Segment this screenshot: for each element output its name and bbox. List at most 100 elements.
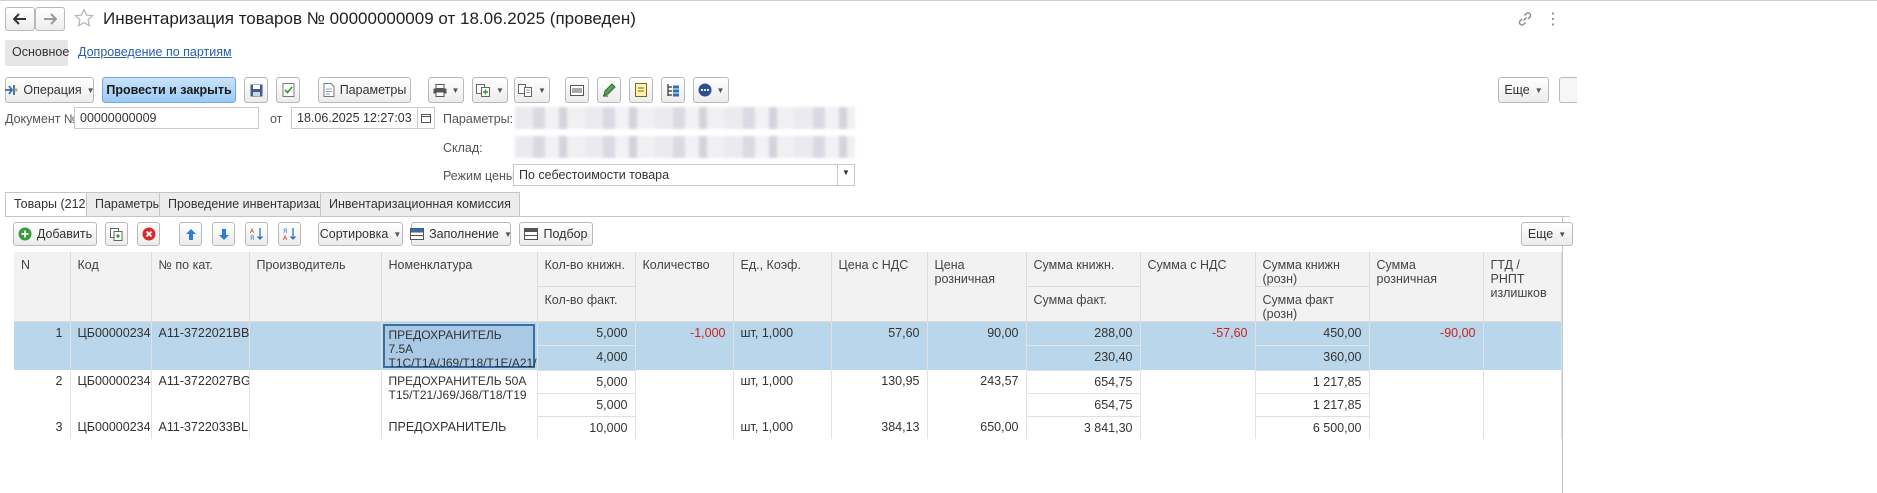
dropdown-arrow-icon: ▼ [86, 85, 95, 95]
cell-sum-vat [1140, 416, 1256, 439]
table-more-button[interactable]: Еще ▼ [1521, 222, 1573, 246]
move-up-button[interactable] [179, 222, 202, 246]
col-sum-vat[interactable]: Сумма с НДС [1140, 252, 1256, 322]
col-maker[interactable]: Производитель [249, 252, 382, 322]
edit-button[interactable] [597, 77, 621, 103]
related-documents-button[interactable]: ▼ [514, 77, 550, 103]
tab-commission[interactable]: Инвентаризационная комиссия [320, 192, 520, 216]
pick-button[interactable]: Подбор [519, 222, 593, 246]
col-qty-fact[interactable]: Кол-во факт. [537, 286, 636, 322]
forward-button[interactable] [35, 7, 65, 31]
cell-catalog: А11-3722027BG [151, 370, 250, 416]
svg-text:Я: Я [250, 235, 254, 241]
doc-number-label: Документ №: [5, 112, 81, 126]
pencil-icon [601, 82, 617, 98]
col-sum-fact-retail[interactable]: Сумма факт (розн) [1255, 286, 1370, 322]
price-mode-dropdown-icon[interactable]: ▼ [837, 164, 855, 186]
price-mode-select[interactable]: По себестоимости товара [513, 164, 838, 186]
sort-asc-button[interactable]: АЯ [245, 222, 268, 246]
col-gtd[interactable]: ГТД / РНПТ излишков [1483, 252, 1562, 322]
svg-text:А: А [283, 235, 288, 241]
nomenclature-focused-cell[interactable]: ПРЕДОХРАНИТЕЛЬ 7.5А T1C/T1A/J69/T18/T1E/… [382, 324, 536, 370]
calendar-button[interactable] [417, 107, 435, 129]
warehouse-value-redacted[interactable] [515, 136, 855, 158]
params-value-redacted[interactable] [515, 107, 855, 129]
cut-off-button[interactable] [1559, 77, 1577, 103]
more-actions-button[interactable]: ▼ [693, 77, 729, 103]
col-sum-retail[interactable]: Сумма розничная [1369, 252, 1484, 322]
parameters-button[interactable]: Параметры [318, 77, 411, 103]
col-sum-book[interactable]: Сумма книжн. [1026, 252, 1141, 287]
back-button[interactable] [5, 7, 35, 31]
table-more-label: Еще [1527, 227, 1554, 241]
col-unit[interactable]: Ед., Коэф. [733, 252, 832, 322]
col-price-vat[interactable]: Цена с НДС [831, 252, 928, 322]
date-from-label: от [270, 112, 283, 126]
col-sum-book-retail[interactable]: Сумма книжн (розн) [1255, 252, 1370, 287]
more-menu-label: Еще [1504, 83, 1530, 97]
goods-table: N Код № по кат. Производитель Номенклату… [14, 252, 1562, 439]
more-menu-button[interactable]: Еще ▼ [1498, 77, 1549, 103]
cell-price-vat: 130,95 [831, 370, 928, 416]
tab-goods[interactable]: Товары (212) [5, 192, 99, 217]
link-icon[interactable] [1517, 11, 1533, 30]
barcode-button[interactable] [565, 77, 589, 103]
cell-price-vat: 57,60 [831, 321, 928, 370]
create-based-icon [476, 82, 491, 98]
cell-qty [635, 370, 734, 416]
post-document-icon [280, 82, 296, 98]
add-button[interactable]: Добавить [13, 222, 97, 246]
delete-row-button[interactable] [137, 222, 160, 246]
cell-sum-retail: -90,00 [1369, 321, 1484, 370]
report-icon [633, 82, 649, 98]
arrow-down-icon [216, 226, 232, 242]
doc-number-field[interactable]: 00000000009 [74, 107, 259, 129]
fill-menu-button[interactable]: Заполнение ▼ [410, 222, 512, 246]
copy-row-button[interactable] [105, 222, 128, 246]
cell-qty-book: 5,000 [537, 370, 636, 393]
more-vert-icon[interactable]: ⋮ [1545, 9, 1562, 29]
nav-tab-main-label: Основное [12, 45, 70, 59]
post-and-close-button[interactable]: Провести и закрыть [102, 77, 236, 103]
table-row[interactable]: 2 ЦБ00000234 А11-3722027BG ПРЕДОХРАНИТЕЛ… [14, 370, 1562, 416]
col-nomenclature[interactable]: Номенклатура [381, 252, 538, 322]
col-qty[interactable]: Количество [635, 252, 734, 322]
tab-inventory-posting[interactable]: Проведение инвентаризации [159, 192, 347, 216]
post-button[interactable] [276, 77, 300, 103]
cell-qty-book: 10,000 [537, 416, 636, 439]
printer-icon [433, 82, 447, 98]
move-down-button[interactable] [212, 222, 235, 246]
operation-button[interactable]: Операция ▼ [4, 77, 95, 103]
operation-icon [4, 82, 19, 98]
col-qty-book[interactable]: Кол-во книжн. [537, 252, 636, 287]
nav-link-batches[interactable]: Допроведение по партиям [78, 45, 232, 59]
date-field[interactable]: 18.06.2025 12:27:03 [291, 107, 418, 129]
cell-nomenclature: ПРЕДОХРАНИТЕЛЬ [381, 416, 538, 439]
calendar-icon [418, 110, 434, 126]
table-row[interactable]: 1 ЦБ00000234 А11-3722021BB ПРЕДОХРАНИТЕЛ… [14, 321, 1562, 370]
cell-n: 2 [14, 370, 71, 416]
sort-menu-button[interactable]: Сортировка ▼ [318, 222, 403, 246]
cell-unit: шт, 1,000 [733, 416, 832, 439]
sort-desc-button[interactable]: ЯА [278, 222, 301, 246]
cell-nomenclature[interactable]: ПРЕДОХРАНИТЕЛЬ 7.5А T1C/T1A/J69/T18/T1E/… [381, 321, 538, 370]
cell-sum-book: 654,75 [1026, 370, 1141, 393]
print-button[interactable]: ▼ [428, 77, 464, 103]
report-button[interactable] [629, 77, 653, 103]
table-row[interactable]: 3 ЦБ00000234 А11-3722033BL ПРЕДОХРАНИТЕЛ… [14, 416, 1562, 439]
dropdown-arrow-icon: ▼ [393, 229, 402, 239]
cell-n: 3 [14, 416, 71, 439]
nav-tab-main[interactable]: Основное [5, 40, 70, 66]
save-button[interactable] [244, 77, 268, 103]
col-n[interactable]: N [14, 252, 71, 322]
structure-button[interactable] [661, 77, 685, 103]
col-code[interactable]: Код [70, 252, 152, 322]
parameters-label: Параметры [339, 83, 407, 97]
create-based-on-button[interactable]: ▼ [472, 77, 508, 103]
col-price-retail[interactable]: Цена розничная [927, 252, 1027, 322]
col-sum-fact[interactable]: Сумма факт. [1026, 286, 1141, 322]
fill-table-icon [410, 226, 425, 242]
col-catalog[interactable]: № по кат. [151, 252, 250, 322]
favorite-star-icon[interactable] [73, 8, 95, 31]
tab-parameters[interactable]: Параметры [86, 192, 171, 216]
